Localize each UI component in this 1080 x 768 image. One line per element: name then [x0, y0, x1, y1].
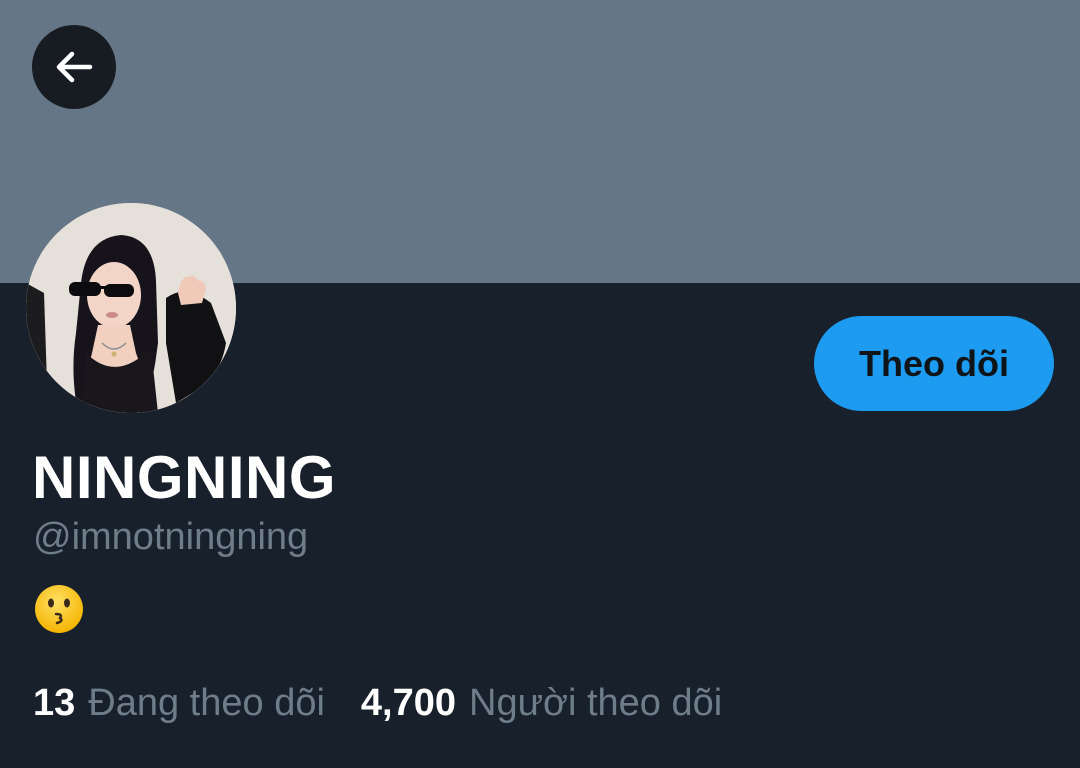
following-count: 13 — [33, 682, 76, 724]
kissing-face-icon — [35, 585, 83, 633]
profile-stats: 13 Đang theo dõi 4,700 Người theo dõi — [33, 680, 722, 726]
back-button[interactable] — [32, 25, 116, 109]
followers-count: 4,700 — [360, 682, 457, 724]
following-label: Đang theo dõi — [88, 682, 325, 724]
display-name: NINGNING — [32, 444, 336, 511]
avatar-photo — [26, 203, 236, 413]
follow-button-label: Theo dõi — [859, 342, 1009, 384]
followers-stat[interactable]: 4,700 Người theo dõi — [361, 680, 722, 726]
followers-label: Người theo dõi — [469, 682, 723, 724]
avatar[interactable] — [26, 203, 236, 413]
bio — [33, 583, 85, 635]
arrow-left-icon — [56, 51, 93, 83]
following-stat[interactable]: 13 Đang theo dõi — [33, 680, 325, 726]
follow-button[interactable]: Theo dõi — [814, 316, 1054, 411]
username-handle: @imnotningning — [33, 516, 309, 558]
